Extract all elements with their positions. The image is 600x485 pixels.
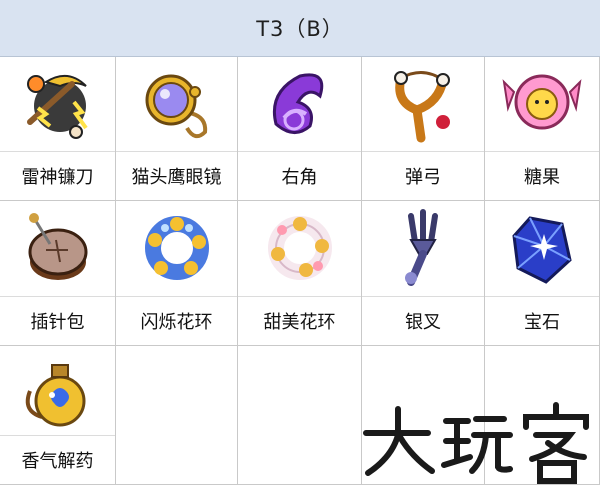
item-label: 弹弓 bbox=[362, 151, 484, 200]
item-cell[interactable]: 银叉 bbox=[362, 201, 485, 346]
item-cell[interactable]: 右角 bbox=[238, 57, 362, 201]
owl-monocle-icon bbox=[116, 57, 237, 151]
empty-cell bbox=[238, 346, 362, 485]
item-cell[interactable]: 糖果 bbox=[485, 57, 600, 201]
item-label: 闪烁花环 bbox=[116, 296, 237, 345]
item-label: 香气解药 bbox=[0, 435, 115, 484]
item-label: 插针包 bbox=[0, 296, 115, 345]
thunder-scythe-icon bbox=[0, 57, 115, 151]
sparkling-wreath-icon bbox=[116, 201, 237, 295]
tier-title: T3（B） bbox=[256, 17, 344, 41]
item-tier-table: T3（B） 雷神镰刀 猫头鹰眼镜 右角 弹弓 糖果 插针包 闪烁花环 甜美花环 … bbox=[0, 0, 600, 485]
item-label: 糖果 bbox=[485, 151, 599, 200]
item-cell[interactable]: 宝石 bbox=[485, 201, 600, 346]
slingshot-icon bbox=[362, 57, 484, 151]
silver-fork-icon bbox=[362, 201, 484, 295]
item-label: 猫头鹰眼镜 bbox=[116, 151, 237, 200]
right-horn-icon bbox=[238, 57, 361, 151]
fragrant-antidote-icon bbox=[0, 346, 115, 440]
item-cell[interactable]: 甜美花环 bbox=[238, 201, 362, 346]
item-cell[interactable]: 香气解药 bbox=[0, 346, 116, 485]
item-label: 银叉 bbox=[362, 296, 484, 345]
sweet-wreath-icon bbox=[238, 201, 361, 295]
item-label: 宝石 bbox=[485, 296, 599, 345]
candy-icon bbox=[485, 57, 599, 151]
item-cell[interactable]: 插针包 bbox=[0, 201, 116, 346]
gem-icon bbox=[485, 201, 599, 295]
item-label: 右角 bbox=[238, 151, 361, 200]
item-cell[interactable]: 弹弓 bbox=[362, 57, 485, 201]
pincushion-icon bbox=[0, 201, 115, 295]
tier-header: T3（B） bbox=[0, 0, 600, 57]
empty-cell bbox=[116, 346, 238, 485]
item-label: 甜美花环 bbox=[238, 296, 361, 345]
item-cell[interactable]: 闪烁花环 bbox=[116, 201, 238, 346]
watermark-logo bbox=[360, 395, 600, 485]
item-label: 雷神镰刀 bbox=[0, 151, 115, 200]
item-cell[interactable]: 猫头鹰眼镜 bbox=[116, 57, 238, 201]
item-cell[interactable]: 雷神镰刀 bbox=[0, 57, 116, 201]
